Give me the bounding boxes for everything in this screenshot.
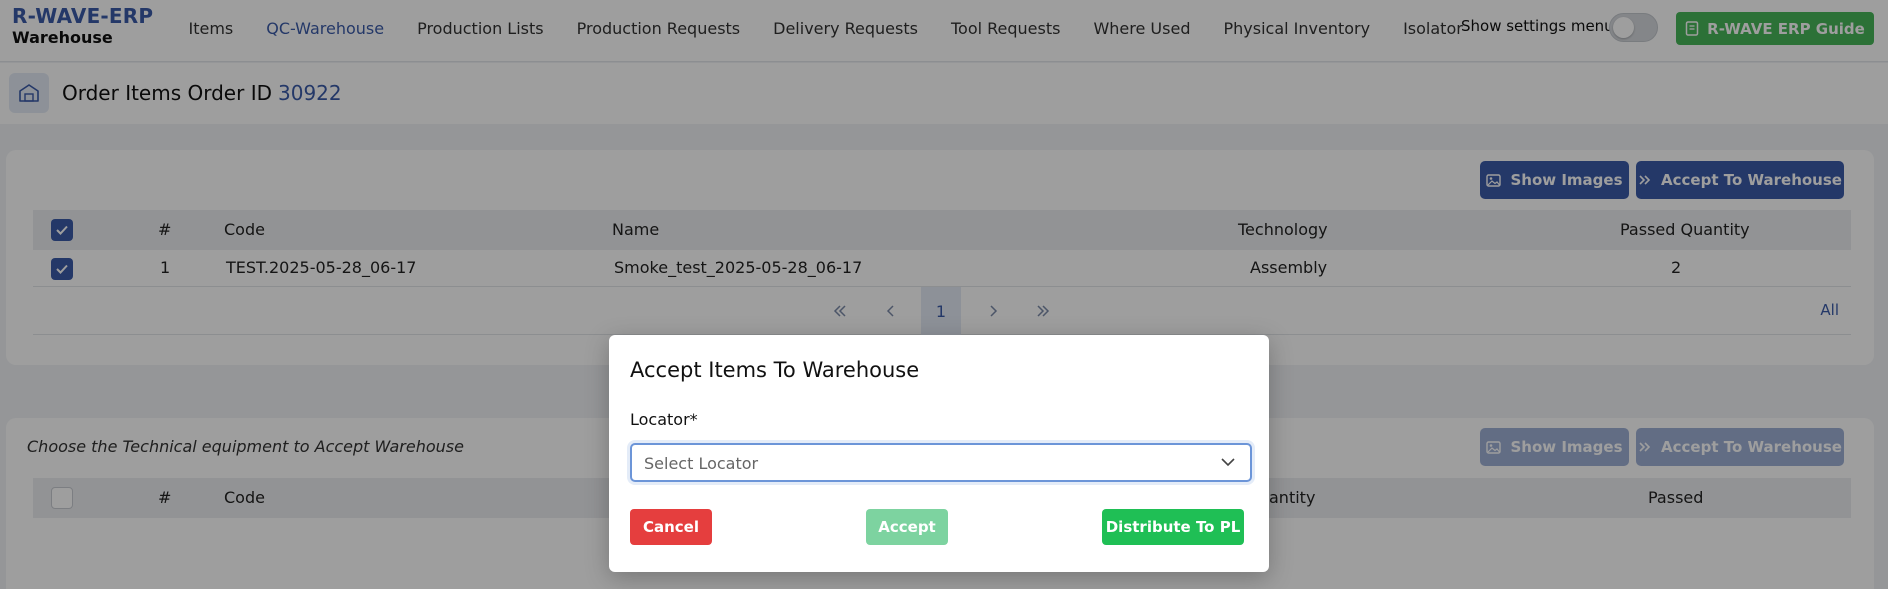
locator-select[interactable]: Select Locator xyxy=(630,443,1252,482)
distribute-to-pl-button[interactable]: Distribute To PL xyxy=(1102,509,1244,545)
modal-title: Accept Items To Warehouse xyxy=(630,358,920,382)
locator-placeholder: Select Locator xyxy=(644,454,759,473)
cancel-button[interactable]: Cancel xyxy=(630,509,712,545)
locator-label: Locator* xyxy=(630,410,698,429)
accept-items-modal: Accept Items To Warehouse Locator* Selec… xyxy=(609,335,1269,572)
chevron-down-icon xyxy=(1221,458,1235,467)
accept-button[interactable]: Accept xyxy=(866,509,948,545)
